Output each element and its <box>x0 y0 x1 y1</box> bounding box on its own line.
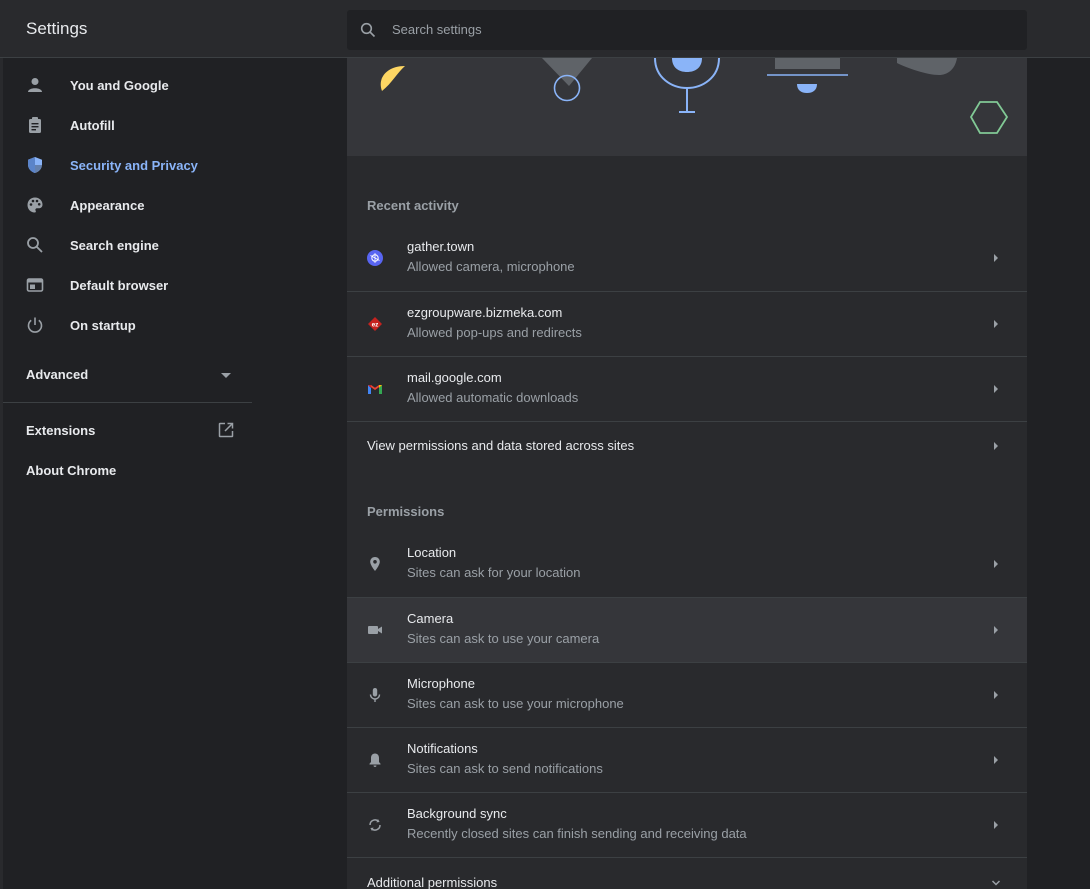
about-label: About Chrome <box>26 463 117 478</box>
camera-icon <box>368 626 382 634</box>
search-input[interactable]: Search settings <box>347 10 1027 50</box>
permission-row-camera[interactable]: Camera Sites can ask to use your camera <box>347 597 1027 662</box>
chevron-right-icon <box>994 626 998 634</box>
ez-favicon-text: ez <box>372 322 380 329</box>
site-name: mail.google.com <box>407 370 502 385</box>
site-detail: Allowed pop-ups and redirects <box>407 325 582 340</box>
permission-row-background-sync[interactable]: Background sync Recently closed sites ca… <box>347 792 1027 857</box>
site-name: ezgroupware.bizmeka.com <box>407 305 563 320</box>
chevron-right-icon <box>994 560 998 568</box>
permission-name: Location <box>407 545 457 560</box>
search-icon <box>360 22 376 38</box>
open-in-new-icon <box>218 422 234 438</box>
sidebar-item-security-and-privacy[interactable]: Security and Privacy <box>0 145 252 185</box>
chevron-right-icon <box>994 756 998 764</box>
recent-activity-row-gather-town[interactable]: gather.town Allowed camera, microphone <box>347 226 1027 291</box>
permission-detail: Sites can ask for your location <box>407 565 581 580</box>
browser-icon <box>26 278 44 292</box>
ez-favicon-icon: ez <box>368 317 382 331</box>
additional-permissions-expander[interactable]: Additional permissions <box>347 857 1027 889</box>
page-title: Settings <box>26 19 88 38</box>
sidebar-item-you-and-google[interactable]: You and Google <box>0 65 252 105</box>
site-name: gather.town <box>407 239 475 254</box>
recent-activity-row-ezgroupware[interactable]: ez ezgroupware.bizmeka.com Allowed pop-u… <box>347 291 1027 356</box>
bell-icon <box>369 753 381 767</box>
advanced-label: Advanced <box>26 367 89 382</box>
sidebar-item-search-engine[interactable]: Search engine <box>0 225 252 265</box>
permission-row-microphone[interactable]: Microphone Sites can ask to use your mic… <box>347 662 1027 727</box>
permission-name: Notifications <box>407 741 478 756</box>
sidebar-item-advanced[interactable]: Advanced <box>0 354 252 394</box>
chevron-down-icon <box>991 880 1001 886</box>
permission-row-location[interactable]: Location Sites can ask for your location <box>347 532 1027 597</box>
gather-favicon-icon <box>367 250 383 266</box>
sidebar-item-default-browser[interactable]: Default browser <box>0 265 252 305</box>
view-permissions-and-data-link[interactable]: View permissions and data stored across … <box>347 421 1027 469</box>
microphone-icon <box>369 688 381 702</box>
site-detail: Allowed camera, microphone <box>407 259 575 274</box>
gmail-favicon-icon <box>368 385 382 394</box>
chevron-right-icon <box>994 385 998 393</box>
sidebar-divider <box>3 402 252 403</box>
sync-icon <box>369 819 381 831</box>
sidebar-item-label: Default browser <box>70 278 169 293</box>
chevron-right-icon <box>994 821 998 829</box>
permission-name: Camera <box>407 611 454 626</box>
chevron-right-icon <box>994 254 998 262</box>
permission-name: Background sync <box>407 806 507 821</box>
sidebar-item-extensions[interactable]: Extensions <box>0 410 252 450</box>
sidebar-item-label: Autofill <box>70 118 115 133</box>
sidebar-item-about-chrome[interactable]: About Chrome <box>0 450 252 490</box>
sidebar-item-on-startup[interactable]: On startup <box>0 305 252 345</box>
privacy-settings-card: Recent activity gather.town Allowed came… <box>347 58 1027 889</box>
sidebar-item-label: You and Google <box>70 78 169 93</box>
sidebar: You and Google Autofill Security and Pri… <box>0 58 252 889</box>
page-right-margin <box>1027 58 1090 889</box>
sidebar-item-label: Appearance <box>70 198 145 213</box>
chevron-right-icon <box>994 320 998 328</box>
power-icon <box>27 317 43 333</box>
sidebar-item-label: Search engine <box>70 238 159 253</box>
location-pin-icon <box>370 557 380 571</box>
palette-icon <box>27 197 43 213</box>
person-icon <box>28 78 42 92</box>
recent-activity-row-mail-google[interactable]: mail.google.com Allowed automatic downlo… <box>347 356 1027 421</box>
permission-detail: Sites can ask to use your camera <box>407 631 600 646</box>
permission-row-notifications[interactable]: Notifications Sites can ask to send noti… <box>347 727 1027 792</box>
sidebar-item-autofill[interactable]: Autofill <box>0 105 252 145</box>
view-permissions-label: View permissions and data stored across … <box>367 438 635 453</box>
chevron-down-icon <box>221 373 231 378</box>
privacy-banner-illustration <box>347 58 1027 156</box>
search-placeholder: Search settings <box>392 22 482 37</box>
clipboard-icon <box>29 117 41 133</box>
sidebar-item-appearance[interactable]: Appearance <box>0 185 252 225</box>
extensions-label: Extensions <box>26 423 96 438</box>
banner-art <box>380 58 1009 134</box>
site-detail: Allowed automatic downloads <box>407 390 579 405</box>
additional-permissions-label: Additional permissions <box>367 875 498 889</box>
sidebar-item-label: Security and Privacy <box>70 158 198 173</box>
shield-icon <box>28 157 42 173</box>
chevron-right-icon <box>994 691 998 699</box>
chevron-right-icon <box>994 442 998 450</box>
search-icon <box>27 237 43 253</box>
permission-detail: Recently closed sites can finish sending… <box>407 826 747 841</box>
top-bar: Settings Search settings <box>0 0 1090 58</box>
permission-detail: Sites can ask to use your microphone <box>407 696 624 711</box>
sidebar-item-label: On startup <box>70 318 136 333</box>
permission-detail: Sites can ask to send notifications <box>407 761 603 776</box>
permissions-heading: Permissions <box>367 504 445 519</box>
recent-activity-heading: Recent activity <box>367 198 459 213</box>
permission-name: Microphone <box>407 676 475 691</box>
